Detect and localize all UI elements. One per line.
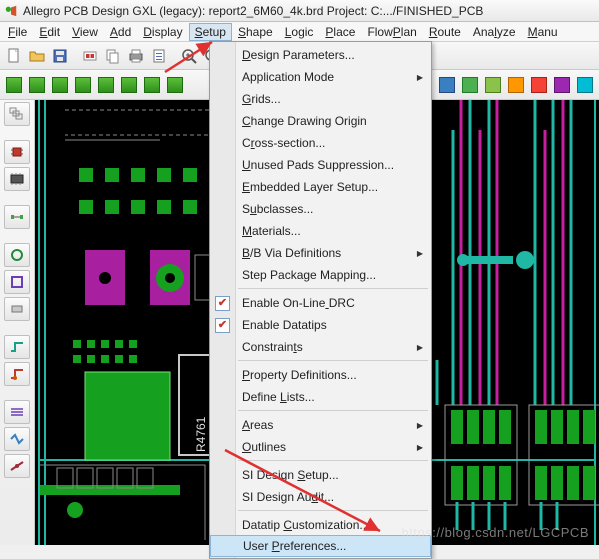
menu-file[interactable]: File: [2, 23, 33, 41]
menu-item-step-package-mapping[interactable]: Step Package Mapping...: [210, 264, 431, 286]
menu-item-constraints[interactable]: Constraints: [210, 336, 431, 358]
menu-item-property-definitions[interactable]: Property Definitions...: [210, 364, 431, 386]
title-bar: Allegro PCB Design GXL (legacy): report2…: [0, 0, 599, 22]
menu-add[interactable]: Add: [104, 23, 137, 41]
pin-swap-button[interactable]: [4, 205, 30, 229]
menu-item-define-lists[interactable]: Define Lists...: [210, 386, 431, 408]
menu-item-datatip-customization[interactable]: Datatip Customization...: [210, 514, 431, 536]
palette-button-3[interactable]: [482, 74, 504, 96]
chip-button[interactable]: [4, 140, 30, 164]
menu-setup[interactable]: Setup: [189, 23, 232, 41]
route-button-1[interactable]: [4, 335, 30, 359]
menu-view[interactable]: View: [66, 23, 104, 41]
mode-button-3[interactable]: [49, 74, 71, 96]
menu-analyze[interactable]: Analyze: [467, 23, 522, 41]
menu-item-grids[interactable]: Grids...: [210, 88, 431, 110]
report-button[interactable]: [148, 45, 170, 67]
open-file-button[interactable]: [26, 45, 48, 67]
left-toolbar: [0, 100, 35, 545]
print-button[interactable]: [125, 45, 147, 67]
save-button[interactable]: [49, 45, 71, 67]
palette-button-4[interactable]: [505, 74, 527, 96]
menu-logic[interactable]: Logic: [279, 23, 320, 41]
menu-item-application-mode[interactable]: Application Mode: [210, 66, 431, 88]
app-icon: [4, 4, 18, 18]
group-button[interactable]: [4, 102, 30, 126]
menu-shape[interactable]: Shape: [232, 23, 279, 41]
menu-item-materials[interactable]: Materials...: [210, 220, 431, 242]
menu-item-si-design-audit[interactable]: SI Design Audit...: [210, 486, 431, 508]
zoom-in-button[interactable]: [178, 45, 200, 67]
copy-button[interactable]: [102, 45, 124, 67]
menu-item-enable-datatips[interactable]: Enable Datatips: [210, 314, 431, 336]
palette-button-5[interactable]: [528, 74, 550, 96]
palette-button-1[interactable]: [436, 74, 458, 96]
window-title: Allegro PCB Design GXL (legacy): report2…: [23, 4, 483, 18]
tool-button-b[interactable]: [4, 270, 30, 294]
module-button[interactable]: [79, 45, 101, 67]
menu-route[interactable]: Route: [423, 23, 467, 41]
menu-item-subclasses[interactable]: Subclasses...: [210, 198, 431, 220]
menu-item-user-preferences[interactable]: User Preferences...: [210, 535, 431, 557]
ic-button[interactable]: [4, 167, 30, 191]
palette-button-6[interactable]: [551, 74, 573, 96]
route-button-4[interactable]: [4, 427, 30, 451]
palette-button-2[interactable]: [459, 74, 481, 96]
menu-item-si-design-setup[interactable]: SI Design Setup...: [210, 464, 431, 486]
menu-item-outlines[interactable]: Outlines: [210, 436, 431, 458]
route-button-2[interactable]: [4, 362, 30, 386]
menu-bar[interactable]: FileEditViewAddDisplaySetupShapeLogicPla…: [0, 22, 599, 42]
menu-manu[interactable]: Manu: [522, 23, 564, 41]
menu-item-change-drawing-origin[interactable]: Change Drawing Origin: [210, 110, 431, 132]
mode-button-7[interactable]: [141, 74, 163, 96]
setup-menu-dropdown[interactable]: Design Parameters...Application ModeGrid…: [209, 41, 432, 559]
menu-item-embedded-layer-setup[interactable]: Embedded Layer Setup...: [210, 176, 431, 198]
menu-item-b-b-via-definitions[interactable]: B/B Via Definitions: [210, 242, 431, 264]
tool-button-a[interactable]: [4, 243, 30, 267]
menu-item-design-parameters[interactable]: Design Parameters...: [210, 44, 431, 66]
tool-button-c[interactable]: [4, 297, 30, 321]
mode-button-2[interactable]: [26, 74, 48, 96]
menu-item-unused-pads-suppression[interactable]: Unused Pads Suppression...: [210, 154, 431, 176]
menu-item-cross-section[interactable]: Cross-section...: [210, 132, 431, 154]
menu-display[interactable]: Display: [137, 23, 188, 41]
route-button-5[interactable]: [4, 454, 30, 478]
mode-button-8[interactable]: [164, 74, 186, 96]
palette-button-7[interactable]: [574, 74, 596, 96]
refdes-text: R4761: [194, 416, 208, 452]
mode-button-4[interactable]: [72, 74, 94, 96]
mode-button-1[interactable]: [3, 74, 25, 96]
menu-flowplan[interactable]: FlowPlan: [361, 23, 422, 41]
menu-place[interactable]: Place: [319, 23, 361, 41]
mode-button-5[interactable]: [95, 74, 117, 96]
menu-item-enable-on-line-drc[interactable]: Enable On-Line DRC: [210, 292, 431, 314]
route-button-3[interactable]: [4, 400, 30, 424]
menu-edit[interactable]: Edit: [33, 23, 66, 41]
watermark: https://blog.csdn.net/LGCPCB: [402, 525, 589, 540]
new-file-button[interactable]: [3, 45, 25, 67]
menu-item-areas[interactable]: Areas: [210, 414, 431, 436]
mode-button-6[interactable]: [118, 74, 140, 96]
